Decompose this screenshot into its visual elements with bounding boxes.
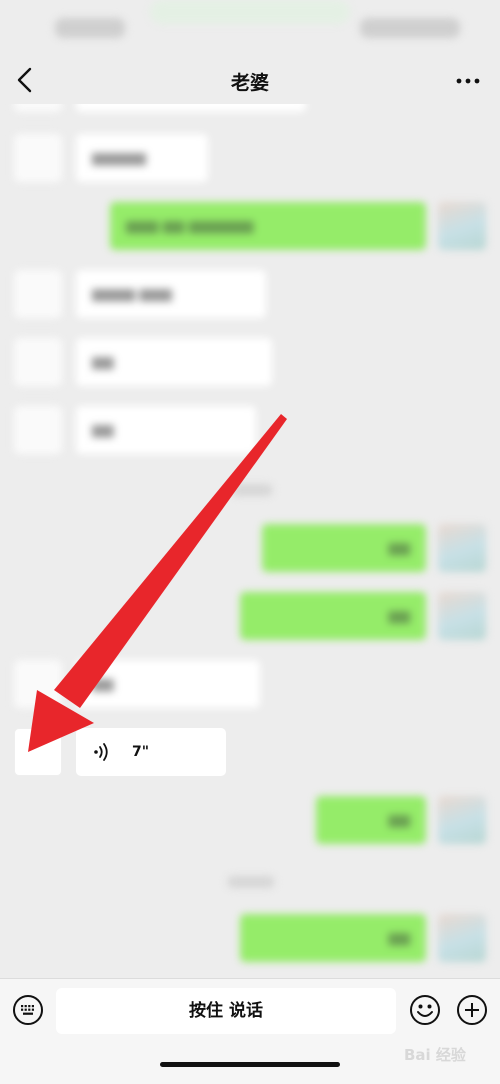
- page-title: 老婆: [230, 72, 269, 94]
- keyboard-icon[interactable]: [12, 994, 44, 1026]
- message-bubble: [76, 104, 306, 112]
- avatar[interactable]: [438, 592, 486, 640]
- message-bubble[interactable]: ▆▆: [76, 406, 256, 454]
- timestamp: [232, 484, 272, 496]
- voice-message-bubble[interactable]: 7": [76, 728, 226, 776]
- message-bubble[interactable]: ▆▆: [76, 338, 272, 386]
- avatar[interactable]: [14, 134, 62, 182]
- avatar[interactable]: [14, 406, 62, 454]
- more-dots-icon[interactable]: [454, 67, 482, 95]
- avatar[interactable]: [14, 338, 62, 386]
- avatar: [14, 104, 62, 112]
- voice-duration: 7": [132, 744, 150, 760]
- message-bubble[interactable]: ▆▆: [76, 660, 260, 708]
- status-bar-blurred-center: [150, 0, 350, 24]
- message-bubble[interactable]: ▆▆: [262, 524, 426, 572]
- avatar[interactable]: [438, 524, 486, 572]
- nav-bar: 老婆: [0, 58, 500, 104]
- status-bar-blurred-right: [360, 18, 460, 38]
- message-bubble[interactable]: ▆▆▆ ▆▆ ▆▆▆▆▆▆: [110, 202, 426, 250]
- timestamp: [228, 876, 274, 888]
- home-indicator: [160, 1062, 340, 1067]
- message-bubble[interactable]: ▆▆: [240, 592, 426, 640]
- message-bubble[interactable]: ▆▆: [316, 796, 426, 844]
- avatar[interactable]: [14, 660, 62, 708]
- hold-to-talk-button[interactable]: 按住 说话: [56, 988, 396, 1034]
- avatar[interactable]: [438, 796, 486, 844]
- input-bar: 按住 说话: [0, 978, 500, 1084]
- message-bubble[interactable]: ▆▆▆▆ ▆▆▆: [76, 270, 266, 318]
- avatar[interactable]: [438, 202, 486, 250]
- avatar[interactable]: [438, 914, 486, 962]
- voice-message-avatar[interactable]: [14, 728, 62, 776]
- message-bubble[interactable]: ▆▆▆▆▆: [76, 134, 208, 182]
- message-bubble[interactable]: ▆▆: [240, 914, 426, 962]
- emoji-icon[interactable]: [409, 994, 441, 1026]
- voice-wave-icon: [94, 743, 108, 761]
- status-bar: [0, 0, 500, 58]
- watermark: Bai 经验: [404, 1046, 466, 1064]
- plus-icon[interactable]: [456, 994, 488, 1026]
- chat-message-list[interactable]: ▆▆▆▆▆ ▆▆▆ ▆▆ ▆▆▆▆▆▆ ▆▆▆▆ ▆▆▆ ▆▆ ▆▆ ▆▆ ▆▆…: [0, 104, 500, 978]
- avatar[interactable]: [14, 270, 62, 318]
- status-bar-blurred: [55, 18, 125, 38]
